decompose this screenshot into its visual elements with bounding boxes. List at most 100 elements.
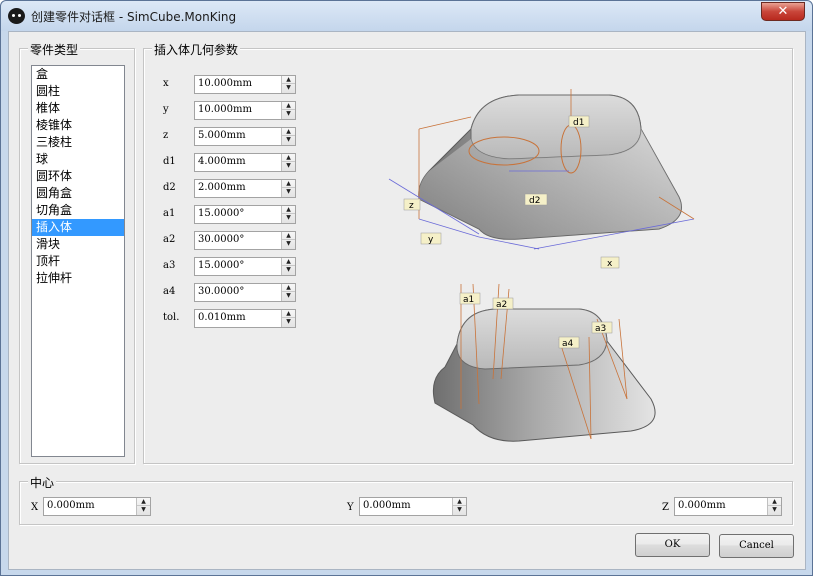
param-a3-input[interactable]: 15.0000° ▲ ▼	[194, 257, 296, 276]
param-tol-input[interactable]: 0.010mm ▲ ▼	[194, 309, 296, 328]
spin-buttons[interactable]: ▲ ▼	[281, 206, 295, 223]
list-item[interactable]: 盒	[32, 66, 124, 83]
param-label: y	[163, 104, 169, 115]
dimension-tag-d2: d2	[524, 193, 548, 206]
spin-buttons[interactable]: ▲ ▼	[281, 180, 295, 197]
center-z-input[interactable]: 0.000mm ▲ ▼	[674, 497, 782, 516]
spin-up-icon[interactable]: ▲	[282, 154, 295, 162]
spin-down-icon[interactable]: ▼	[137, 506, 150, 514]
list-item[interactable]: 球	[32, 151, 124, 168]
spin-down-icon[interactable]: ▼	[768, 506, 781, 514]
param-x-input[interactable]: 10.000mm ▲ ▼	[194, 75, 296, 94]
svg-text:d2: d2	[529, 196, 540, 206]
param-d1-input[interactable]: 4.000mm ▲ ▼	[194, 153, 296, 172]
spin-buttons[interactable]: ▲ ▼	[136, 498, 150, 515]
spin-buttons[interactable]: ▲ ▼	[281, 284, 295, 301]
svg-text:x: x	[607, 259, 613, 269]
spin-value: 2.000mm	[198, 182, 246, 193]
spin-value: 0.000mm	[363, 500, 411, 511]
svg-text:a2: a2	[496, 300, 507, 310]
param-a4-input[interactable]: 30.0000° ▲ ▼	[194, 283, 296, 302]
spin-value: 30.0000°	[198, 286, 245, 297]
param-label: x	[163, 78, 169, 89]
param-label: a1	[163, 208, 176, 219]
list-item[interactable]: 棱锥体	[32, 117, 124, 134]
dimension-tag-a4: a4	[558, 336, 580, 349]
spin-value: 0.010mm	[198, 312, 246, 323]
list-item[interactable]: 切角盒	[32, 202, 124, 219]
spin-buttons[interactable]: ▲ ▼	[281, 310, 295, 327]
spin-up-icon[interactable]: ▲	[282, 232, 295, 240]
list-item[interactable]: 顶杆	[32, 253, 124, 270]
spin-buttons[interactable]: ▲ ▼	[452, 498, 466, 515]
spin-up-icon[interactable]: ▲	[282, 128, 295, 136]
list-item[interactable]: 圆柱	[32, 83, 124, 100]
spin-down-icon[interactable]: ▼	[282, 162, 295, 170]
spin-down-icon[interactable]: ▼	[453, 506, 466, 514]
list-item-selected[interactable]: 插入体	[32, 219, 124, 236]
center-legend: 中心	[28, 474, 57, 491]
spin-buttons[interactable]: ▲ ▼	[281, 128, 295, 145]
title-bar[interactable]: 创建零件对话框 - SimCube.MonKing ✕	[1, 1, 812, 31]
spin-down-icon[interactable]: ▼	[282, 214, 295, 222]
param-d2-input[interactable]: 2.000mm ▲ ▼	[194, 179, 296, 198]
spin-buttons[interactable]: ▲ ▼	[281, 102, 295, 119]
center-x-label: X	[31, 502, 39, 513]
dialog-client-area: 零件类型 盒 圆柱 椎体 棱锥体 三棱柱 球 圆环体 圆角盒 切角盒 插入体 滑…	[8, 31, 806, 570]
close-button[interactable]: ✕	[761, 2, 805, 21]
param-a2-input[interactable]: 30.0000° ▲ ▼	[194, 231, 296, 250]
spin-down-icon[interactable]: ▼	[282, 136, 295, 144]
center-x-input[interactable]: 0.000mm ▲ ▼	[43, 497, 151, 516]
dimension-tag-d1: d1	[568, 115, 590, 128]
spin-up-icon[interactable]: ▲	[768, 498, 781, 506]
spin-up-icon[interactable]: ▲	[282, 284, 295, 292]
insert-body-angle-view	[432, 283, 656, 442]
spin-buttons[interactable]: ▲ ▼	[281, 76, 295, 93]
list-item[interactable]: 滑块	[32, 236, 124, 253]
spin-buttons[interactable]: ▲ ▼	[281, 258, 295, 275]
spin-down-icon[interactable]: ▼	[282, 240, 295, 248]
spin-up-icon[interactable]: ▲	[282, 258, 295, 266]
spin-down-icon[interactable]: ▼	[282, 292, 295, 300]
param-a1-input[interactable]: 15.0000° ▲ ▼	[194, 205, 296, 224]
part-type-legend: 零件类型	[28, 41, 81, 58]
spin-value: 4.000mm	[198, 156, 246, 167]
spin-down-icon[interactable]: ▼	[282, 318, 295, 326]
spin-down-icon[interactable]: ▼	[282, 188, 295, 196]
spin-down-icon[interactable]: ▼	[282, 84, 295, 92]
param-label: d2	[163, 182, 176, 193]
spin-buttons[interactable]: ▲ ▼	[281, 154, 295, 171]
spin-up-icon[interactable]: ▲	[282, 180, 295, 188]
center-z-label: Z	[662, 502, 669, 513]
spin-up-icon[interactable]: ▲	[282, 206, 295, 214]
spin-down-icon[interactable]: ▼	[282, 110, 295, 118]
list-item[interactable]: 三棱柱	[32, 134, 124, 151]
param-z-input[interactable]: 5.000mm ▲ ▼	[194, 127, 296, 146]
center-y-input[interactable]: 0.000mm ▲ ▼	[359, 497, 467, 516]
param-label: a2	[163, 234, 176, 245]
spin-up-icon[interactable]: ▲	[282, 102, 295, 110]
insert-body-top-view	[388, 89, 695, 250]
spin-value: 30.0000°	[198, 234, 245, 245]
spin-up-icon[interactable]: ▲	[453, 498, 466, 506]
param-label: tol.	[163, 312, 180, 323]
spin-up-icon[interactable]: ▲	[282, 310, 295, 318]
spin-buttons[interactable]: ▲ ▼	[767, 498, 781, 515]
spin-buttons[interactable]: ▲ ▼	[281, 232, 295, 249]
ok-button[interactable]: OK	[635, 533, 710, 557]
dimension-tag-x: x	[600, 256, 620, 269]
cancel-button[interactable]: Cancel	[719, 534, 794, 558]
list-item[interactable]: 圆角盒	[32, 185, 124, 202]
spin-down-icon[interactable]: ▼	[282, 266, 295, 274]
svg-text:y: y	[428, 235, 434, 245]
list-item[interactable]: 圆环体	[32, 168, 124, 185]
spin-up-icon[interactable]: ▲	[282, 76, 295, 84]
spin-up-icon[interactable]: ▲	[137, 498, 150, 506]
list-item[interactable]: 椎体	[32, 100, 124, 117]
dimension-tag-a2: a2	[492, 297, 514, 310]
list-item[interactable]: 拉伸杆	[32, 270, 124, 287]
svg-text:a4: a4	[562, 339, 574, 349]
spin-value: 15.0000°	[198, 260, 245, 271]
part-type-list[interactable]: 盒 圆柱 椎体 棱锥体 三棱柱 球 圆环体 圆角盒 切角盒 插入体 滑块 顶杆 …	[31, 65, 125, 457]
param-y-input[interactable]: 10.000mm ▲ ▼	[194, 101, 296, 120]
